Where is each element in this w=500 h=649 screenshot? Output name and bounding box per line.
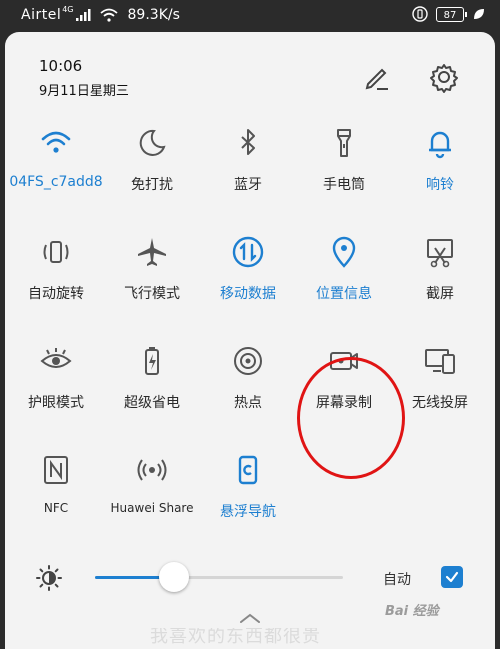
background-text: 我喜欢的东西都很贵 — [150, 628, 321, 647]
signal-icon — [75, 9, 91, 21]
battery-indicator: 87 — [436, 6, 467, 22]
edit-pencil-icon[interactable] — [360, 60, 394, 94]
leaf-icon — [474, 9, 484, 19]
status-bar: Airtel 4G 89.3K/s 87 — [0, 0, 500, 30]
tile-eye-comfort[interactable]: 护眼模式 — [7, 344, 105, 444]
auto-brightness-checkbox[interactable] — [441, 566, 463, 588]
auto-brightness-label: 自动 — [383, 572, 411, 588]
screenshot-icon — [427, 239, 453, 268]
tile-label: 免打扰 — [131, 177, 173, 193]
huawei-share-icon — [137, 459, 167, 481]
tile-bluetooth[interactable]: 蓝牙 — [199, 126, 297, 226]
chevron-up-icon[interactable] — [239, 612, 261, 624]
floating-nav-icon — [238, 455, 258, 485]
brightness-slider[interactable] — [95, 562, 343, 592]
tile-label: 自动旋转 — [28, 286, 84, 302]
tile-floating-navigation[interactable]: 悬浮导航 — [199, 453, 297, 553]
flashlight-icon — [337, 129, 351, 157]
network-type: 4G — [62, 4, 74, 14]
tile-label: 蓝牙 — [234, 177, 262, 193]
tile-wifi[interactable]: 04FS_c7add8 — [7, 126, 105, 226]
quick-settings-panel: 10:06 9月11日星期三 04FS_c7add8 免打扰 蓝牙 手电筒 响铃… — [5, 32, 495, 649]
wireless-projection-icon — [425, 349, 455, 374]
tile-auto-rotate[interactable]: 自动旋转 — [7, 235, 105, 335]
tile-ring[interactable]: 响铃 — [391, 126, 489, 226]
tile-wireless-projection[interactable]: 无线投屏 — [391, 344, 489, 444]
tile-label: 响铃 — [426, 177, 454, 193]
bell-icon — [429, 131, 451, 159]
tile-label: 护眼模式 — [28, 395, 84, 411]
tile-ultra-power-saving[interactable]: 超级省电 — [103, 344, 201, 444]
tile-flashlight[interactable]: 手电筒 — [295, 126, 393, 226]
brightness-icon — [36, 565, 62, 591]
tile-do-not-disturb[interactable]: 免打扰 — [103, 126, 201, 226]
watermark: Bai 经验 — [385, 604, 439, 619]
airplane-icon — [138, 238, 166, 266]
hotspot-icon — [234, 347, 262, 375]
tile-label: Huawei Share — [110, 501, 194, 515]
tile-label: 飞行模式 — [124, 286, 180, 302]
tile-mobile-data[interactable]: 移动数据 — [199, 235, 297, 335]
mobile-data-icon — [232, 236, 264, 268]
wifi-icon — [41, 131, 71, 153]
nfc-icon — [44, 456, 68, 484]
tile-screenshot[interactable]: 截屏 — [391, 235, 489, 335]
wifi-status-icon — [99, 8, 118, 22]
battery-saver-icon — [145, 347, 159, 375]
tile-location[interactable]: 位置信息 — [295, 235, 393, 335]
auto-rotate-icon — [43, 241, 69, 263]
annotation-circle — [297, 357, 405, 479]
tile-label: 超级省电 — [124, 395, 180, 411]
tile-label: 无线投屏 — [412, 395, 468, 411]
tile-label: 04FS_c7add8 — [9, 174, 103, 190]
carrier-name: Airtel — [21, 7, 62, 23]
tile-airplane-mode[interactable]: 飞行模式 — [103, 235, 201, 335]
settings-gear-icon[interactable] — [427, 60, 461, 94]
vibrate-status-icon — [412, 6, 428, 22]
tile-label: 移动数据 — [220, 286, 276, 302]
tile-label: 位置信息 — [316, 286, 372, 302]
moon-icon — [139, 129, 166, 156]
tile-label: 截屏 — [426, 286, 454, 302]
tile-huawei-share[interactable]: Huawei Share — [103, 453, 201, 553]
network-speed: 89.3K/s — [127, 7, 180, 23]
tile-label: 悬浮导航 — [220, 504, 276, 520]
clock-date: 9月11日星期三 — [39, 84, 129, 99]
tile-label: NFC — [43, 501, 69, 515]
tile-hotspot[interactable]: 热点 — [199, 344, 297, 444]
tile-label: 热点 — [234, 395, 262, 411]
location-icon — [332, 236, 356, 268]
brightness-slider-thumb[interactable] — [159, 562, 190, 592]
checkmark-icon — [445, 571, 459, 583]
tile-nfc[interactable]: NFC — [7, 453, 105, 553]
clock-time: 10:06 — [39, 57, 83, 75]
bluetooth-icon — [241, 129, 255, 155]
tile-label: 手电筒 — [323, 177, 365, 193]
background-caption: 我喜欢的东西都很贵 — [0, 628, 500, 649]
eye-icon — [40, 348, 72, 368]
